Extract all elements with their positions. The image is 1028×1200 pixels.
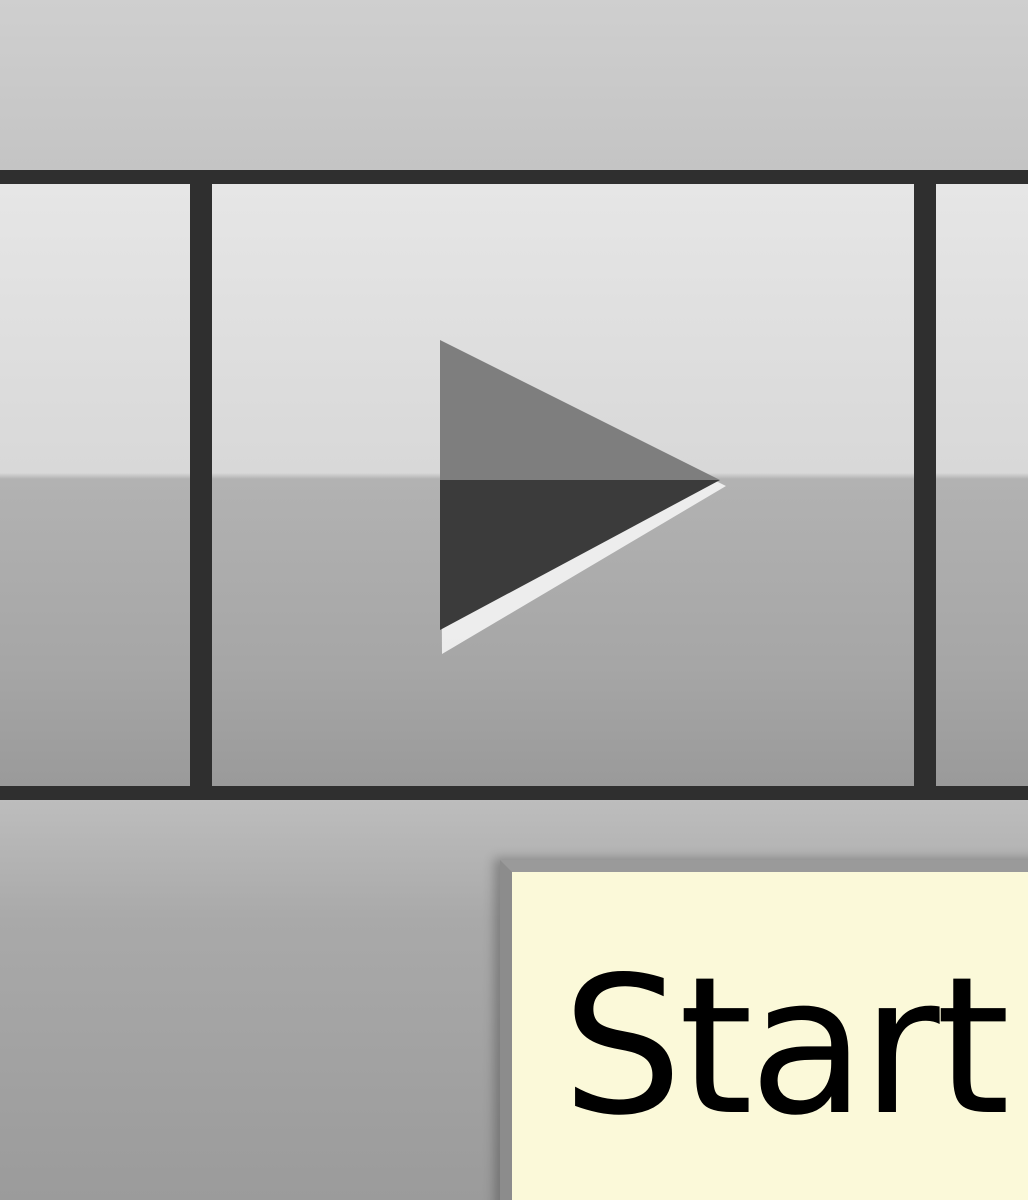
tooltip-text: Start bbox=[562, 936, 1010, 1157]
toolbar-area: Start bbox=[0, 0, 1028, 1200]
tooltip: Start bbox=[500, 860, 1028, 1200]
segment-left-button[interactable] bbox=[0, 184, 190, 786]
play-icon bbox=[440, 340, 726, 654]
segment-right-button[interactable] bbox=[936, 184, 1028, 786]
